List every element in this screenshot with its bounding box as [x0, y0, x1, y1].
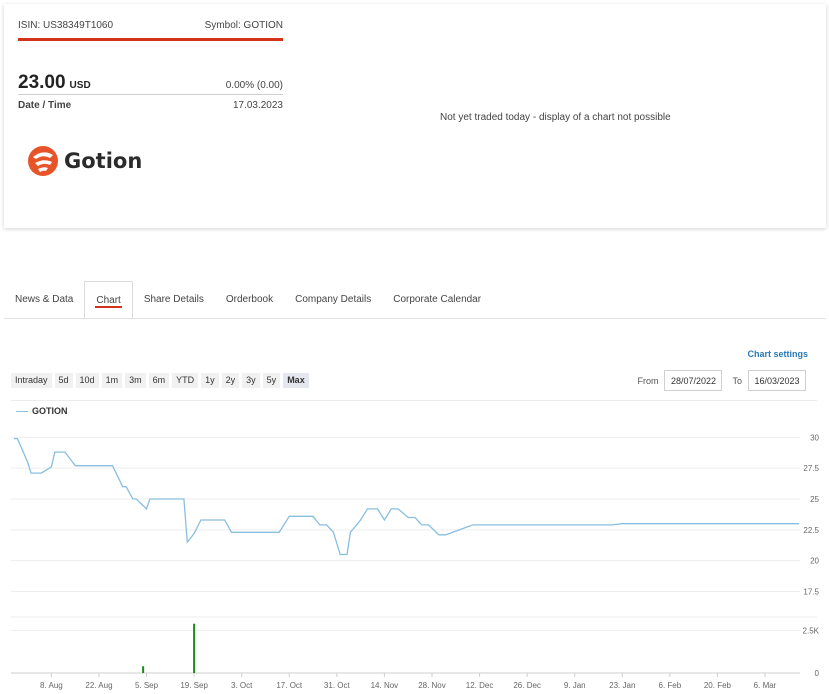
- x-tick-label: 31. Oct: [324, 681, 351, 690]
- x-tick-label: 5. Sep: [135, 681, 159, 690]
- x-tick-label: 6. Mar: [754, 681, 777, 690]
- x-tick-label: 19. Sep: [180, 681, 208, 690]
- x-tick-label: 14. Nov: [371, 681, 399, 690]
- x-tick-label: 28. Nov: [418, 681, 446, 690]
- y-tick-label: 25: [810, 495, 819, 504]
- y-tick-label: 20: [810, 557, 819, 566]
- volume-bar: [193, 623, 196, 673]
- y-tick-label: 27.5: [803, 464, 819, 473]
- x-tick-label: 9. Jan: [564, 681, 586, 690]
- x-tick-label: 17. Oct: [276, 681, 303, 690]
- x-tick-label: 23. Jan: [609, 681, 635, 690]
- x-tick-label: 26. Dec: [513, 681, 541, 690]
- x-tick-label: 3. Oct: [231, 681, 253, 690]
- volume-tick-label: 0: [815, 669, 820, 678]
- x-tick-label: 6. Feb: [659, 681, 682, 690]
- price-chart[interactable]: 17.5 20 22.5 25 27.5 30 0 2.5K 8. Aug 22. Aug 5. S…: [0, 0, 829, 694]
- y-tick-label: 30: [810, 433, 819, 442]
- price-series-line: [14, 437, 799, 556]
- y-tick-label: 17.5: [803, 588, 819, 597]
- y-tick-label: 22.5: [803, 526, 819, 535]
- x-tick-label: 12. Dec: [466, 681, 494, 690]
- x-tick-label: 8. Aug: [40, 681, 63, 690]
- volume-tick-label: 2.5K: [803, 627, 820, 636]
- x-tick-label: 22. Aug: [85, 681, 112, 690]
- volume-bar: [142, 666, 145, 673]
- x-tick-label: 20. Feb: [704, 681, 732, 690]
